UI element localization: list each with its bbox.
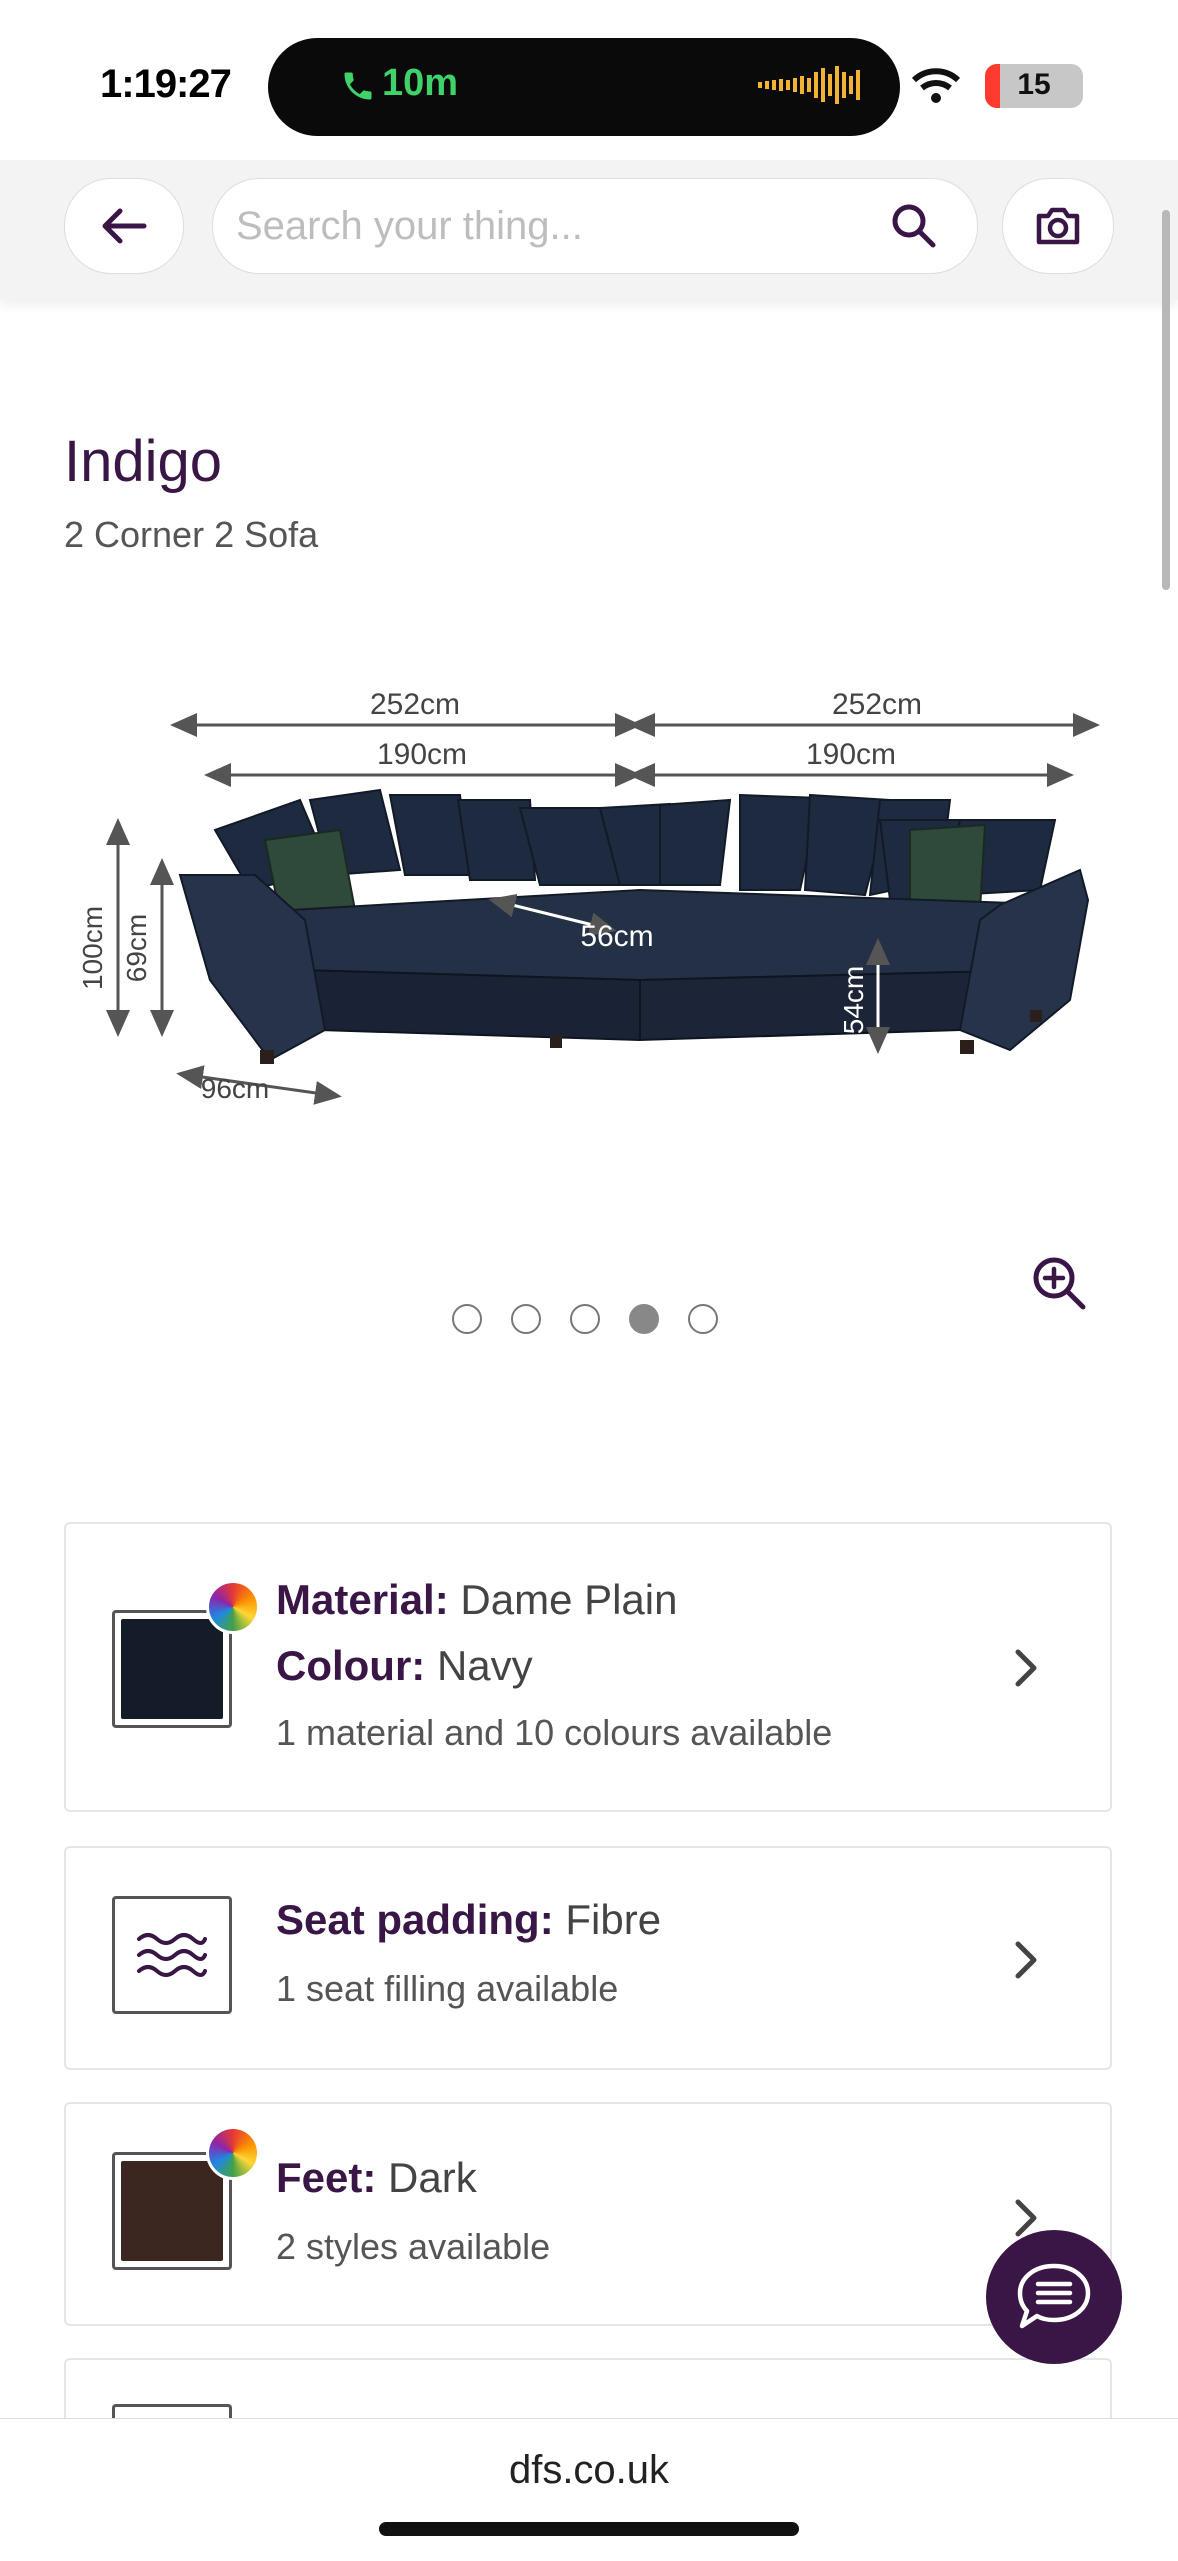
- carousel-dot-3[interactable]: [570, 1304, 600, 1334]
- material-label: Material:: [276, 1576, 449, 1623]
- search-input[interactable]: Search your thing...: [236, 204, 583, 249]
- seat-padding-value: Fibre: [553, 1896, 662, 1943]
- scrollbar[interactable]: [1162, 210, 1170, 590]
- colour-wheel-icon: [206, 1580, 260, 1634]
- dim-seat-height: 54cm: [838, 966, 869, 1034]
- back-button[interactable]: [64, 178, 184, 274]
- colour-label: Colour:: [276, 1642, 426, 1689]
- feet-swatch-color: [121, 2161, 223, 2261]
- wifi-icon: [911, 68, 961, 103]
- colour-line: Colour: Navy: [276, 1642, 533, 1690]
- feet-label: Feet:: [276, 2154, 377, 2201]
- seat-padding-availability: 1 seat filling available: [276, 1968, 619, 2009]
- carousel-dot-1[interactable]: [452, 1304, 482, 1334]
- dim-top-right-inner: 190cm: [806, 738, 896, 771]
- material-value: Dame Plain: [448, 1576, 678, 1623]
- call-duration: 10m: [382, 62, 459, 104]
- url-domain[interactable]: dfs.co.uk: [0, 2448, 1178, 2493]
- seat-padding-line: Seat padding: Fibre: [276, 1896, 661, 1944]
- product-dimension-image[interactable]: 252cm 252cm 190cm 190cm 100cm 69cm 56cm …: [80, 670, 1100, 1130]
- search-icon[interactable]: [888, 200, 938, 250]
- seat-padding-label: Seat padding:: [276, 1896, 554, 1943]
- camera-icon: [1036, 207, 1080, 245]
- seat-padding-icon-box: [112, 1896, 232, 2014]
- material-swatch-color: [121, 1619, 223, 1719]
- chat-button[interactable]: [986, 2230, 1122, 2364]
- option-card-feet[interactable]: Feet: Dark 2 styles available: [64, 2102, 1112, 2326]
- status-time: 1:19:27: [100, 62, 232, 106]
- material-swatch: [112, 1610, 232, 1728]
- carousel-dot-4[interactable]: [629, 1304, 659, 1334]
- dim-depth: 96cm: [201, 1073, 269, 1104]
- chevron-right-icon: [1015, 1649, 1037, 1687]
- waves-icon: [137, 1933, 207, 1977]
- feet-line: Feet: Dark: [276, 2154, 477, 2202]
- chat-bubble-icon: [1017, 2263, 1091, 2329]
- camera-search-button[interactable]: [1002, 178, 1114, 274]
- product-title: Indigo: [64, 429, 223, 494]
- option-card-material[interactable]: Material: Dame Plain Colour: Navy 1 mate…: [64, 1522, 1112, 1812]
- colour-wheel-icon: [206, 2126, 260, 2180]
- dim-top-left-outer: 252cm: [370, 688, 460, 721]
- dim-height-back: 69cm: [121, 914, 152, 982]
- carousel-dot-2[interactable]: [511, 1304, 541, 1334]
- zoom-in-icon[interactable]: [1030, 1254, 1088, 1312]
- dim-top-right-outer: 252cm: [832, 688, 922, 721]
- carousel-dot-5[interactable]: [688, 1304, 718, 1334]
- colour-value: Navy: [425, 1642, 533, 1689]
- feet-value: Dark: [376, 2154, 477, 2201]
- battery-percent: 15: [1017, 68, 1051, 101]
- material-availability: 1 material and 10 colours available: [276, 1712, 833, 1753]
- carousel-dots: [452, 1304, 732, 1340]
- material-line: Material: Dame Plain: [276, 1576, 677, 1624]
- option-card-seat-padding[interactable]: Seat padding: Fibre 1 seat filling avail…: [64, 1846, 1112, 2070]
- home-indicator[interactable]: [379, 2522, 799, 2536]
- battery-indicator: 15: [985, 64, 1083, 108]
- product-subtitle: 2 Corner 2 Sofa: [64, 514, 319, 555]
- audio-waveform-icon: [758, 66, 860, 104]
- phone-icon: [344, 72, 372, 100]
- feet-availability: 2 styles available: [276, 2226, 551, 2267]
- chevron-right-icon: [1015, 1941, 1037, 1979]
- dim-height-total: 100cm: [80, 906, 108, 990]
- dim-seat-depth: 56cm: [580, 920, 653, 953]
- arrow-left-icon: [102, 208, 147, 244]
- dim-top-left-inner: 190cm: [377, 738, 467, 771]
